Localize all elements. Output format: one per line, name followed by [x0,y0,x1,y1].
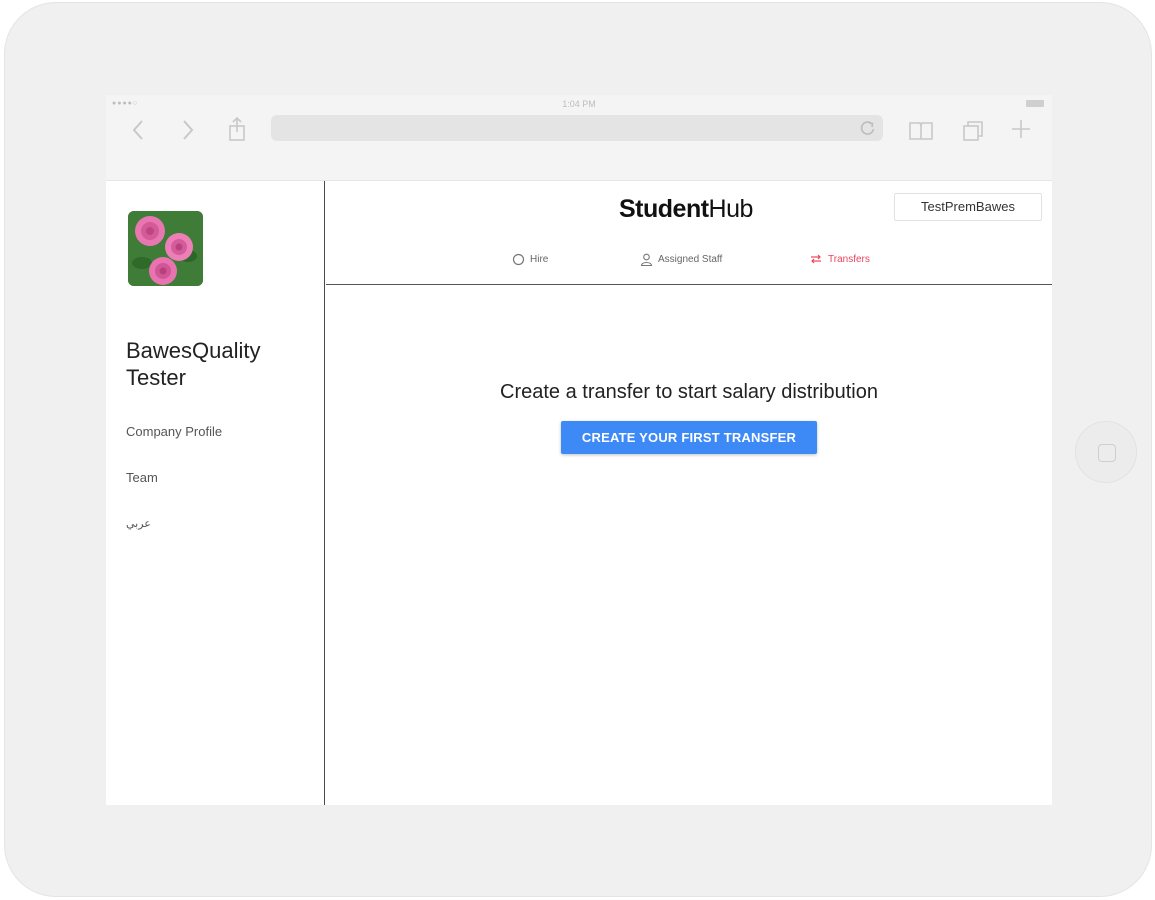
forward-icon[interactable] [172,115,202,145]
tab-assigned-staff[interactable]: Assigned Staff [640,249,722,269]
transfer-icon [811,254,821,264]
create-first-transfer-button[interactable]: CREATE YOUR FIRST TRANSFER [561,421,817,454]
tablet-screen: ●●●●○ 1:04 PM BawesQuality Tester Compan… [106,95,1052,805]
bookmarks-icon[interactable] [906,115,936,145]
company-logo [128,211,203,286]
tab-transfers[interactable]: Transfers [809,249,870,269]
tab-hire[interactable]: Hire [512,249,548,269]
company-name: BawesQuality Tester [126,338,261,390]
battery-icon [1026,100,1044,107]
share-icon[interactable] [222,115,252,145]
tab-hire-label: Hire [530,253,549,265]
home-button[interactable] [1075,421,1137,483]
browser-toolbar: ●●●●○ 1:04 PM [106,95,1052,181]
logo-bold-text: Student [619,195,709,223]
app-logo[interactable]: StudentHub [619,195,753,224]
user-menu-button[interactable]: TestPremBawes [894,193,1042,221]
sidebar: BawesQuality Tester Company Profile Team… [106,181,325,805]
top-header: StudentHub TestPremBawes Hire Assigned S… [326,181,1052,285]
address-bar[interactable] [271,115,883,141]
status-time: 1:04 PM [562,99,596,109]
main-content: StudentHub TestPremBawes Hire Assigned S… [326,181,1052,805]
logo-light-text: Hub [708,195,754,223]
sidebar-item-company-profile[interactable]: Company Profile [126,424,222,439]
new-tab-icon[interactable] [1006,115,1036,145]
person-icon [640,253,653,266]
circle-icon [512,253,525,265]
tab-assigned-staff-label: Assigned Staff [658,253,723,265]
sidebar-item-language[interactable]: عربي [126,517,151,530]
reload-icon[interactable] [859,119,877,137]
tabs-icon[interactable] [958,115,988,145]
sidebar-item-team[interactable]: Team [126,470,158,485]
tab-transfers-label: Transfers [828,253,870,265]
empty-state-message: Create a transfer to start salary distri… [500,381,878,403]
back-icon[interactable] [124,115,154,145]
home-square-icon [1098,444,1116,462]
